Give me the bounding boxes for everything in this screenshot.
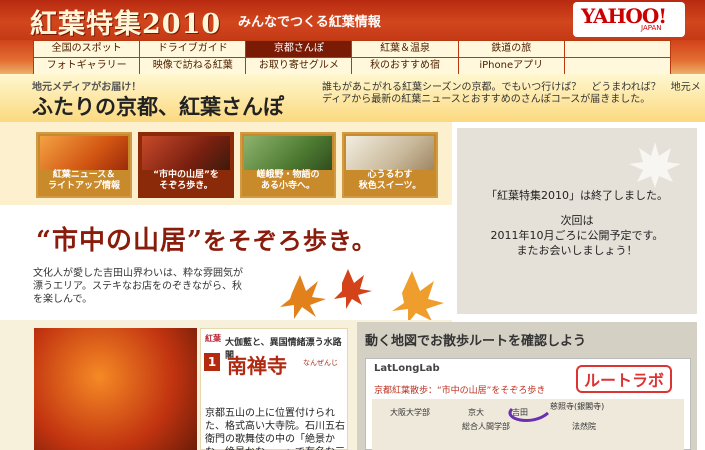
spot-name-reading: なんぜんじ	[303, 359, 338, 367]
card-sagano-image	[244, 136, 332, 170]
card-sagano[interactable]: 嵯峨野・物語の ある小寺へ。	[240, 132, 336, 198]
spot-tag: 紅葉	[205, 334, 221, 343]
card-news[interactable]: 紅葉ニュース＆ ライトアップ情報	[36, 132, 132, 198]
maple-leaf-icon	[280, 275, 326, 319]
yahoo-logo-subtext: JAPAN	[641, 24, 662, 32]
category-cards: 紅葉ニュース＆ ライトアップ情報 “市中の山居”を そぞろ歩き。 嵯峨野・物語の ある…	[0, 122, 452, 205]
spot-photo[interactable]	[34, 328, 197, 450]
notice-line3: 2011年10月ごろに公開予定です。	[490, 229, 664, 242]
card-shichu-label: “市中の山居”を そぞろ歩き。	[153, 170, 219, 191]
card-shichu-image	[142, 136, 230, 170]
route-map-title: 動く地図でお散歩ルートを確認しよう	[365, 334, 587, 349]
intro-banner: 地元メディアがお届け！ ふたりの京都、紅葉さんぽ 誰もがあこがれる紅葉シーズンの…	[0, 74, 705, 122]
latlonglab-label: LatLongLab	[374, 363, 440, 374]
card-sweets[interactable]: 心うるわす 秋色スイーツ。	[342, 132, 438, 198]
feature-section: “市中の山居”をそぞろ歩き。 文化人が愛した吉田山界わいは、粋な雰囲気が漂うエリ…	[0, 205, 452, 323]
nav-item-video[interactable]: 映像で訪ねる紅葉	[140, 58, 246, 74]
notice-message: 「紅葉特集2010」は終了しました。 次回は 2011年10月ごろに公開予定です…	[457, 188, 697, 258]
spot-number: 1	[204, 353, 220, 371]
nav-item-onsen[interactable]: 紅葉＆温泉	[352, 41, 458, 57]
card-sweets-image	[346, 136, 434, 170]
spot-name: 南禅寺	[227, 354, 287, 378]
routelab-logo: ルートラボ	[576, 365, 673, 393]
feature-headline-main: “市中の山居”	[36, 226, 203, 256]
notice-line1: 「紅葉特集2010」は終了しました。	[486, 189, 668, 202]
nav-item-gourmet[interactable]: お取り寄せグルメ	[246, 58, 352, 74]
page-title: 紅葉特集2010	[30, 9, 222, 40]
nav-item-empty-2	[564, 58, 670, 74]
maple-leaves-decoration	[280, 269, 444, 323]
nav-item-kyoto[interactable]: 京都さんぽ	[246, 41, 352, 57]
nav-item-drive[interactable]: ドライブガイド	[140, 41, 246, 57]
notice-line4: またお会いしましょう！	[516, 244, 638, 257]
nav-item-rail[interactable]: 鉄道の旅	[458, 41, 564, 57]
spot-body: 京都五山の上に位置付けられた、格式高い大寺院。石川五右衛門の歌舞伎の中の「絶景か…	[205, 408, 345, 450]
banner-lead: 誰もがあこがれる紅葉シーズンの京都。でもいつ行けば？ どうまわれば？ 地元メディ…	[322, 82, 701, 105]
maple-leaf-icon	[629, 142, 681, 188]
route-map[interactable]: 大阪大学部 京大 総合人間学部 吉田 慈照寺(銀閣寺) 法然院	[372, 399, 684, 450]
route-link[interactable]: 京都紅葉散歩：“市中の山居”をそぞろ歩き	[374, 383, 545, 396]
maple-leaf-icon	[334, 269, 372, 309]
card-news-label: 紅葉ニュース＆ ライトアップ情報	[47, 170, 120, 191]
route-map-section: 動く地図でお散歩ルートを確認しよう LatLongLab 京都紅葉散歩：“市中の…	[357, 322, 697, 450]
route-map-panel: LatLongLab 京都紅葉散歩：“市中の山居”をそぞろ歩き ルートラボ 大阪…	[365, 358, 691, 450]
main-nav: 全国のスポット ドライブガイド 京都さんぽ 紅葉＆温泉 鉄道の旅 フォトギャラリ…	[0, 40, 705, 75]
card-shichu[interactable]: “市中の山居”を そぞろ歩き。	[138, 132, 234, 198]
banner-headline: ふたりの京都、紅葉さんぽ	[32, 94, 284, 119]
nav-item-photo[interactable]: フォトギャラリー	[34, 58, 140, 74]
nav-item-iphone[interactable]: iPhoneアプリ	[458, 58, 564, 74]
nav-item-spots[interactable]: 全国のスポット	[34, 41, 140, 57]
spot-card: 紅葉 1 大伽藍と、異国情緒漂う水路閣 南禅寺 なんぜんじ 京都五山の上に位置付…	[200, 328, 348, 450]
feature-headline-tail: をそぞろ歩き。	[202, 226, 377, 255]
nav-item-inn[interactable]: 秋のおすすめ宿	[352, 58, 458, 74]
nav-item-empty-1	[564, 41, 670, 57]
feature-headline: “市中の山居”をそぞろ歩き。	[36, 220, 377, 257]
notice-line2: 次回は	[560, 214, 594, 227]
maple-leaf-icon	[392, 271, 444, 323]
card-sweets-label: 心うるわす 秋色スイーツ。	[358, 170, 422, 191]
yahoo-logo[interactable]: YAHOO! JAPAN	[573, 2, 685, 37]
page-header: 紅葉特集2010 みんなでつくる紅葉情報 YAHOO! JAPAN	[0, 0, 705, 40]
campaign-ended-notice: 「紅葉特集2010」は終了しました。 次回は 2011年10月ごろに公開予定です…	[457, 128, 697, 314]
card-sagano-label: 嵯峨野・物語の ある小寺へ。	[256, 170, 320, 191]
card-news-image	[40, 136, 128, 170]
page-subtitle: みんなでつくる紅葉情報	[238, 15, 381, 30]
feature-description: 文化人が愛した吉田山界わいは、粋な雰囲気が漂うエリア。ステキなお店をのぞきながら…	[33, 268, 243, 305]
route-line	[508, 407, 549, 422]
nav-grid: 全国のスポット ドライブガイド 京都さんぽ 紅葉＆温泉 鉄道の旅 フォトギャラリ…	[33, 40, 671, 75]
